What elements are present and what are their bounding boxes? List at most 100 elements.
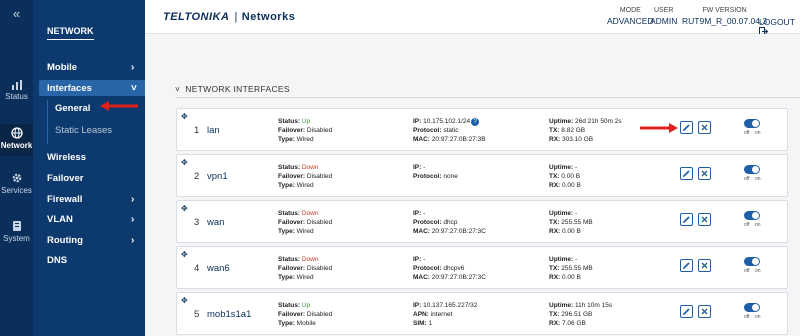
help-icon[interactable]: ? (471, 118, 480, 126)
rx-label: RX: (549, 274, 561, 281)
nav-item-firewall[interactable]: Firewall › (47, 194, 134, 205)
subnav-item-static-leases[interactable]: Static Leases (55, 125, 112, 136)
address-column: IP: 10.175.102.1/24? Protocol: static MA… (413, 117, 486, 144)
toggle-on-label: on (755, 268, 761, 274)
nav-item-mobile[interactable]: Mobile › (47, 62, 134, 73)
nav-item-vlan[interactable]: VLAN › (47, 214, 134, 225)
ip-value: - (423, 256, 426, 263)
rail-item-status[interactable]: Status (0, 80, 33, 110)
annotation-arrow-left-icon (100, 101, 138, 111)
address-column: IP: - Protocol: none (413, 163, 458, 181)
status-column: Status: Down Failover: Disabled Type: Wi… (278, 163, 332, 190)
ip-value: 10.175.102.1/24 (423, 118, 471, 125)
edit-button[interactable] (680, 305, 693, 318)
status-column: Status: Down Failover: Disabled Type: Wi… (278, 209, 332, 236)
delete-button[interactable] (698, 259, 711, 272)
drag-handle-icon[interactable]: ✥ (181, 250, 188, 259)
enable-toggle[interactable] (744, 211, 760, 220)
chevron-right-icon: › (131, 235, 135, 246)
edit-button[interactable] (680, 213, 693, 226)
line2-label: APN: (413, 311, 429, 318)
uptime-value: 26d 21h 50m 2s (575, 118, 622, 125)
network-nav: NETWORK Mobile › Interfaces ˅ General St… (33, 0, 147, 336)
nav-item-label: Interfaces (47, 83, 92, 94)
close-icon (701, 124, 708, 131)
line3-value: 20:97:27:0B:27:3B (431, 136, 486, 143)
drag-handle-icon[interactable]: ✥ (181, 112, 188, 121)
rail-item-system[interactable]: System (0, 220, 33, 246)
type-label: Type: (278, 228, 295, 235)
tx-value: 8.82 GB (561, 127, 586, 134)
interface-index: 5 (194, 309, 200, 320)
nav-item-interfaces[interactable]: Interfaces ˅ (47, 83, 137, 94)
enable-toggle[interactable] (744, 119, 760, 128)
rail-item-services[interactable]: Services (0, 172, 33, 198)
mode-value[interactable]: ADVANCED (607, 16, 654, 26)
delete-button[interactable] (698, 305, 711, 318)
interface-name: wan6 (207, 263, 230, 274)
line2-value: dhcp (443, 219, 458, 226)
interface-row: ✥ 3 wan Status: Down Failover: Disabled … (176, 200, 788, 243)
section-header[interactable]: ˅ NETWORK INTERFACES (175, 84, 290, 94)
ip-label: IP: (413, 118, 422, 125)
drag-handle-icon[interactable]: ✥ (181, 158, 188, 167)
line2-label: Protocol: (413, 173, 442, 180)
nav-item-routing[interactable]: Routing › (47, 235, 134, 246)
tx-label: TX: (549, 219, 560, 226)
status-value: Down (301, 164, 319, 171)
delete-button[interactable] (698, 121, 711, 134)
rx-label: RX: (549, 320, 561, 327)
interface-row: ✥ 5 mob1s1a1 Status: Up Failover: Disabl… (176, 292, 788, 335)
drag-handle-icon[interactable]: ✥ (181, 296, 188, 305)
address-column: IP: - Protocol: dhcpv6 MAC: 20:97:27:0B:… (413, 255, 486, 282)
toggle-off-label: off (744, 222, 750, 228)
collapse-icon[interactable]: « (0, 6, 33, 21)
nav-item-label: DNS (47, 255, 68, 266)
nav-item-dns[interactable]: DNS (47, 255, 67, 266)
failover-value: Disabled (306, 311, 333, 318)
delete-button[interactable] (698, 213, 711, 226)
status-column: Status: Down Failover: Disabled Type: Wi… (278, 255, 332, 282)
uptime-label: Uptime: (549, 164, 574, 171)
interface-index: 2 (194, 171, 200, 182)
line2-label: Protocol: (413, 265, 442, 272)
interface-name: vpn1 (207, 171, 228, 182)
rx-label: RX: (549, 136, 561, 143)
delete-button[interactable] (698, 167, 711, 180)
edit-button[interactable] (680, 121, 693, 134)
nav-item-wireless[interactable]: Wireless (47, 152, 86, 163)
type-value: Wired (296, 136, 314, 143)
toggle-knob (752, 120, 759, 127)
nav-item-failover[interactable]: Failover (47, 173, 83, 184)
toggle-off-label: off (744, 268, 750, 274)
drag-handle-icon[interactable]: ✥ (181, 204, 188, 213)
teltonika-logo[interactable]: TELTONIKA | Networks (163, 11, 295, 23)
nav-item-label: Failover (47, 173, 84, 184)
subnav-item-general[interactable]: General (55, 103, 90, 114)
tx-label: TX: (549, 173, 560, 180)
enable-toggle[interactable] (744, 165, 760, 174)
toggle-on-label: on (755, 314, 761, 320)
enable-toggle[interactable] (744, 303, 760, 312)
nav-item-label: Mobile (47, 62, 78, 73)
rx-value: 7.06 GB (562, 320, 586, 327)
uptime-label: Uptime: (549, 302, 574, 309)
failover-value: Disabled (306, 219, 333, 226)
icon-rail: « Status Network Services System (0, 0, 33, 336)
rail-item-network[interactable]: Network (0, 124, 33, 156)
fw-label: FW VERSION (702, 7, 747, 14)
tx-value: 0.00 B (561, 173, 581, 180)
type-value: Wired (296, 228, 314, 235)
edit-button[interactable] (680, 167, 693, 180)
interface-row: ✥ 2 vpn1 Status: Down Failover: Disabled… (176, 154, 788, 197)
enable-toggle[interactable] (744, 257, 760, 266)
ip-label: IP: (413, 210, 422, 217)
line3-label: MAC: (413, 136, 430, 143)
tx-label: TX: (549, 311, 560, 318)
rx-label: RX: (549, 228, 561, 235)
rail-item-label: Network (0, 141, 33, 150)
section-divider (176, 97, 800, 98)
traffic-column: Uptime: - TX: 255.55 MB RX: 0.00 B (549, 255, 593, 282)
annotation-arrow-right-icon (640, 123, 678, 133)
edit-button[interactable] (680, 259, 693, 272)
